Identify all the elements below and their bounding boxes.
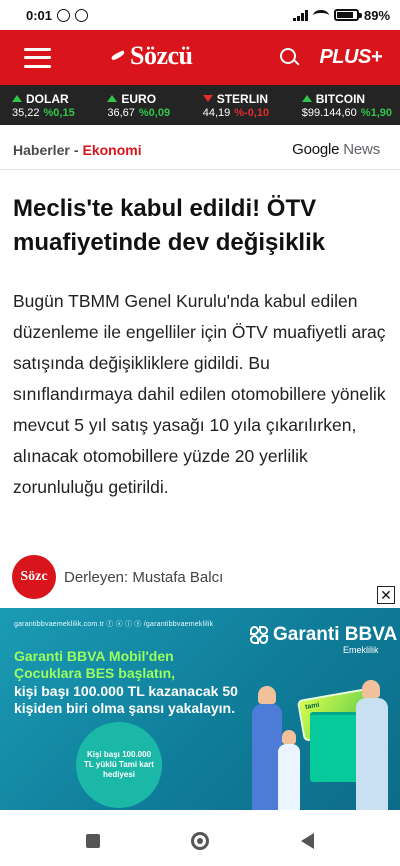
- status-left: 0:01: [26, 7, 89, 23]
- breadcrumb: Haberler - Ekonomi Google News: [0, 130, 400, 170]
- header-actions: PLUS+: [280, 46, 382, 69]
- article-summary: Bugün TBMM Genel Kurulu'nda kabul edilen…: [13, 291, 386, 497]
- tami-card-label: tami: [304, 701, 321, 711]
- breadcrumb-links: Haberler - Ekonomi: [13, 142, 142, 158]
- sozcu-logo[interactable]: Sözcü: [110, 37, 230, 75]
- author-name: Derleyen: Mustafa Balcı: [64, 568, 224, 586]
- arrow-up-icon: [301, 95, 312, 102]
- clover-icon: [250, 626, 268, 644]
- status-time: 0:01: [26, 7, 53, 23]
- currency-ticker: DOLAR 35,22 %0,15 EURO 36,67 %0,09 STERLIN…: [0, 85, 400, 125]
- ticker-item-euro[interactable]: EURO 36,67 %0,09: [107, 92, 170, 119]
- breadcrumb-haberler[interactable]: Haberler: [13, 142, 70, 158]
- arrow-down-icon: [202, 95, 213, 102]
- android-nav-bar: [0, 816, 400, 866]
- ad-brand-sub: Emeklilik: [343, 645, 379, 655]
- arrow-up-icon: [107, 95, 118, 102]
- ticker-item-dolar[interactable]: DOLAR 35,22 %0,15: [12, 92, 75, 119]
- breadcrumb-ekonomi[interactable]: Ekonomi: [82, 142, 141, 158]
- home-icon[interactable]: [191, 832, 210, 850]
- top-header: Sözcü PLUS+: [0, 30, 400, 85]
- news-wordmark: News: [343, 141, 380, 158]
- logo-bird-icon: [110, 49, 128, 64]
- google-wordmark: Google: [292, 141, 340, 158]
- ad-brand-name: Garanti BBVA: [273, 624, 398, 645]
- wifi-icon: [312, 9, 329, 21]
- back-icon[interactable]: [301, 833, 315, 849]
- ad-brand: Garanti BBVA: [250, 624, 397, 646]
- ad-close-button[interactable]: ✕: [377, 586, 395, 604]
- arrow-up-icon: [12, 95, 22, 102]
- breadcrumb-separator: -: [73, 141, 79, 158]
- timer-icon: [75, 8, 89, 22]
- recent-apps-icon[interactable]: [85, 834, 100, 848]
- ad-person-man-body: [356, 698, 388, 810]
- battery-icon: [333, 9, 362, 21]
- logo-text: Sözcü: [130, 41, 193, 70]
- article-headline: Meclis'te kabul edildi! ÖTV muafiyetinde…: [13, 195, 326, 256]
- ad-person-child-body: [278, 744, 300, 810]
- ad-line-1: Garanti BBVA Mobil'den Çocuklara BES baş…: [14, 648, 176, 681]
- ad-social-line: garantibbvaemeklilik.com.tr ⓕ ⓧ ⓘ ⓨ /gar…: [14, 621, 214, 628]
- ad-person-woman: [258, 686, 276, 704]
- signal-icon: [292, 9, 308, 21]
- author-row: Sözc Derleyen: Mustafa Balcı: [12, 555, 223, 599]
- ad-person-man: [362, 680, 380, 698]
- menu-icon[interactable]: [24, 47, 51, 68]
- author-avatar[interactable]: Sözc: [12, 555, 56, 599]
- plus-button[interactable]: PLUS+: [319, 46, 382, 69]
- advertisement-banner[interactable]: garantibbvaemeklilik.com.tr ⓕ ⓧ ⓘ ⓨ /gar…: [0, 608, 400, 810]
- gift-box: [310, 712, 362, 782]
- ad-line-2: kişi başı 100.000 TL kazanacak 50 kişide…: [14, 683, 238, 716]
- status-bar: 0:01 89%: [0, 0, 400, 30]
- search-icon[interactable]: [280, 48, 299, 67]
- ad-person-child: [282, 730, 296, 744]
- battery-percent: 89%: [363, 7, 390, 23]
- whatsapp-icon: [57, 8, 71, 22]
- ad-gift-circle: Kişi başı 100.000 TL yüklü Tami kart hed…: [76, 722, 162, 808]
- google-news-link[interactable]: Google News: [292, 141, 380, 158]
- status-right: 89%: [292, 7, 390, 23]
- ticker-item-bitcoin[interactable]: BITCOIN $99.144,60 %1,90: [301, 92, 392, 119]
- ticker-item-sterlin[interactable]: STERLIN 44,19 %-0,10: [202, 92, 269, 119]
